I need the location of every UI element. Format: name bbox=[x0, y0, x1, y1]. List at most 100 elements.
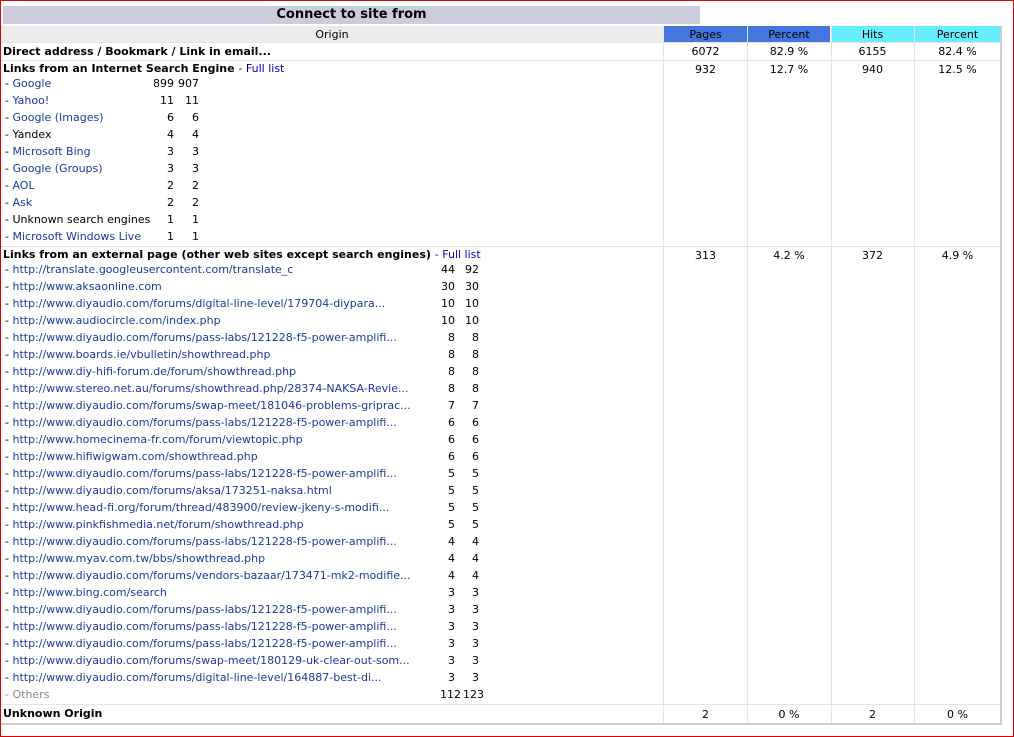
external-referrer-row: - http://www.diyaudio.com/forums/pass-la… bbox=[5, 535, 397, 548]
search-engine-hits: 3 bbox=[192, 145, 199, 158]
external-referrer-row: - http://translate.googleusercontent.com… bbox=[5, 263, 294, 276]
external-hits-percent: 4.9 % bbox=[941, 249, 974, 262]
external-referrer-hits: 3 bbox=[472, 637, 479, 650]
external-referrer-link[interactable]: http://www.diyaudio.com/forums/pass-labs… bbox=[12, 467, 396, 480]
external-full-list-link[interactable]: - Full list bbox=[435, 248, 481, 261]
direct-hits: 6155 bbox=[858, 45, 887, 58]
external-referrer-hits: 3 bbox=[472, 603, 479, 616]
section-title: Connect to site from bbox=[3, 6, 700, 24]
others-label: - Others bbox=[5, 688, 50, 701]
external-referrer-row: - http://www.diyaudio.com/forums/pass-la… bbox=[5, 620, 397, 633]
unknown-origin-label: Unknown Origin bbox=[3, 707, 103, 720]
search-engine-row: - Yandex bbox=[5, 128, 52, 141]
search-engine-hits: 4 bbox=[192, 128, 199, 141]
external-referrer-link[interactable]: http://www.diyaudio.com/forums/swap-meet… bbox=[12, 399, 410, 412]
external-pages: 313 bbox=[695, 249, 716, 262]
external-referrer-link[interactable]: http://www.stereo.net.au/forums/showthre… bbox=[12, 382, 408, 395]
external-label: Links from an external page (other web s… bbox=[3, 247, 481, 262]
external-referrer-row: - http://www.stereo.net.au/forums/showth… bbox=[5, 382, 409, 395]
others-hits: 123 bbox=[463, 688, 484, 701]
external-referrer-link[interactable]: http://www.diyaudio.com/forums/aksa/1732… bbox=[12, 484, 331, 497]
search-engines-pages: 932 bbox=[695, 63, 716, 76]
external-referrer-hits: 4 bbox=[472, 552, 479, 565]
external-referrer-row: - http://www.pinkfishmedia.net/forum/sho… bbox=[5, 518, 304, 531]
search-engine-pages: 4 bbox=[167, 128, 174, 141]
unknown-hits: 2 bbox=[869, 708, 876, 721]
search-engine-pages: 3 bbox=[167, 145, 174, 158]
search-engine-hits: 1 bbox=[192, 213, 199, 226]
pages-percent-header-label: Percent bbox=[768, 28, 810, 41]
external-referrer-row: - http://www.diyaudio.com/forums/pass-la… bbox=[5, 331, 397, 344]
external-referrer-link[interactable]: http://www.hifiwigwam.com/showthread.php bbox=[12, 450, 257, 463]
external-referrer-link[interactable]: http://www.diy-hifi-forum.de/forum/showt… bbox=[12, 365, 296, 378]
external-referrer-hits: 92 bbox=[465, 263, 479, 276]
external-referrer-link[interactable]: http://www.diyaudio.com/forums/digital-l… bbox=[12, 671, 381, 684]
search-engine-hits: 6 bbox=[192, 111, 199, 124]
external-referrer-link[interactable]: http://www.bing.com/search bbox=[12, 586, 166, 599]
external-referrer-hits: 3 bbox=[472, 620, 479, 633]
external-referrer-link[interactable]: http://www.diyaudio.com/forums/pass-labs… bbox=[12, 416, 396, 429]
external-referrer-hits: 4 bbox=[472, 569, 479, 582]
search-engine-pages: 6 bbox=[167, 111, 174, 124]
search-engines-full-list-link[interactable]: - Full list bbox=[238, 62, 284, 75]
search-engine-name[interactable]: Google bbox=[12, 77, 51, 90]
direct-pages-percent: 82.9 % bbox=[769, 45, 809, 58]
external-referrer-link[interactable]: http://www.diyaudio.com/forums/pass-labs… bbox=[12, 331, 396, 344]
external-referrer-row: - http://www.bing.com/search bbox=[5, 586, 167, 599]
external-referrer-link[interactable]: http://www.diyaudio.com/forums/pass-labs… bbox=[12, 603, 396, 616]
search-engine-row: - Google (Images) bbox=[5, 111, 104, 124]
search-engine-name[interactable]: Microsoft Bing bbox=[12, 145, 90, 158]
external-referrer-link[interactable]: http://www.aksaonline.com bbox=[12, 280, 161, 293]
external-referrer-hits: 3 bbox=[472, 671, 479, 684]
external-referrer-link[interactable]: http://www.diyaudio.com/forums/vendors-b… bbox=[12, 569, 410, 582]
external-referrer-link[interactable]: http://www.homecinema-fr.com/forum/viewt… bbox=[12, 433, 302, 446]
unknown-hits-percent: 0 % bbox=[947, 708, 968, 721]
external-referrer-link[interactable]: http://www.pinkfishmedia.net/forum/showt… bbox=[12, 518, 303, 531]
search-engine-name[interactable]: Google (Groups) bbox=[12, 162, 102, 175]
external-referrer-hits: 5 bbox=[472, 467, 479, 480]
search-engine-row: - Google (Groups) bbox=[5, 162, 103, 175]
search-engine-row: - Yahoo! bbox=[5, 94, 50, 107]
external-referrer-link[interactable]: http://www.audiocircle.com/index.php bbox=[12, 314, 220, 327]
search-engine-hits: 11 bbox=[185, 94, 199, 107]
external-referrer-link[interactable]: http://www.diyaudio.com/forums/digital-l… bbox=[12, 297, 385, 310]
external-referrer-hits: 8 bbox=[472, 365, 479, 378]
others-row: - Others bbox=[5, 686, 49, 703]
search-engine-name: Yandex bbox=[12, 128, 52, 141]
search-engines-pages-percent: 12.7 % bbox=[769, 63, 809, 76]
search-engines-title: Links from an Internet Search Engine bbox=[3, 62, 235, 75]
external-referrer-link[interactable]: http://www.diyaudio.com/forums/pass-labs… bbox=[12, 637, 396, 650]
search-engine-name[interactable]: AOL bbox=[12, 179, 34, 192]
external-referrer-hits: 6 bbox=[472, 416, 479, 429]
search-engine-name[interactable]: Google (Images) bbox=[12, 111, 103, 124]
search-engine-hits: 2 bbox=[192, 179, 199, 192]
external-referrer-link[interactable]: http://www.diyaudio.com/forums/pass-labs… bbox=[12, 535, 396, 548]
search-engine-row: - Microsoft Windows Live bbox=[5, 230, 142, 243]
external-referrer-link[interactable]: http://www.boards.ie/vbulletin/showthrea… bbox=[12, 348, 270, 361]
external-hits: 372 bbox=[862, 249, 883, 262]
search-engine-pages: 3 bbox=[167, 162, 174, 175]
external-referrer-row: - http://www.diyaudio.com/forums/pass-la… bbox=[5, 467, 397, 480]
external-referrer-link[interactable]: http://translate.googleusercontent.com/t… bbox=[12, 263, 293, 276]
external-referrer-link[interactable]: http://www.myav.com.tw/bbs/showthread.ph… bbox=[12, 552, 265, 565]
external-referrer-hits: 4 bbox=[472, 535, 479, 548]
external-referrer-hits: 6 bbox=[472, 450, 479, 463]
external-referrer-row: - http://www.aksaonline.com bbox=[5, 280, 162, 293]
search-engine-name[interactable]: Microsoft Windows Live bbox=[12, 230, 141, 243]
external-referrer-hits: 5 bbox=[472, 484, 479, 497]
external-referrer-hits: 6 bbox=[472, 433, 479, 446]
search-engine-name[interactable]: Yahoo! bbox=[12, 94, 49, 107]
unknown-pages: 2 bbox=[702, 708, 709, 721]
external-referrer-row: - http://www.diyaudio.com/forums/vendors… bbox=[5, 569, 411, 582]
origin-header-label: Origin bbox=[315, 28, 349, 41]
external-referrer-row: - http://www.diyaudio.com/forums/pass-la… bbox=[5, 603, 397, 616]
external-referrer-row: - http://www.diyaudio.com/forums/swap-me… bbox=[5, 654, 410, 667]
external-referrer-link[interactable]: http://www.diyaudio.com/forums/pass-labs… bbox=[12, 620, 396, 633]
external-referrer-link[interactable]: http://www.head-fi.org/forum/thread/4839… bbox=[12, 501, 389, 514]
external-referrer-hits: 8 bbox=[472, 382, 479, 395]
external-referrer-link[interactable]: http://www.diyaudio.com/forums/swap-meet… bbox=[12, 654, 409, 667]
external-referrer-row: - http://www.head-fi.org/forum/thread/48… bbox=[5, 501, 390, 514]
search-engine-name[interactable]: Ask bbox=[12, 196, 32, 209]
external-referrer-row: - http://www.diyaudio.com/forums/digital… bbox=[5, 297, 386, 310]
external-referrer-hits: 10 bbox=[465, 314, 479, 327]
